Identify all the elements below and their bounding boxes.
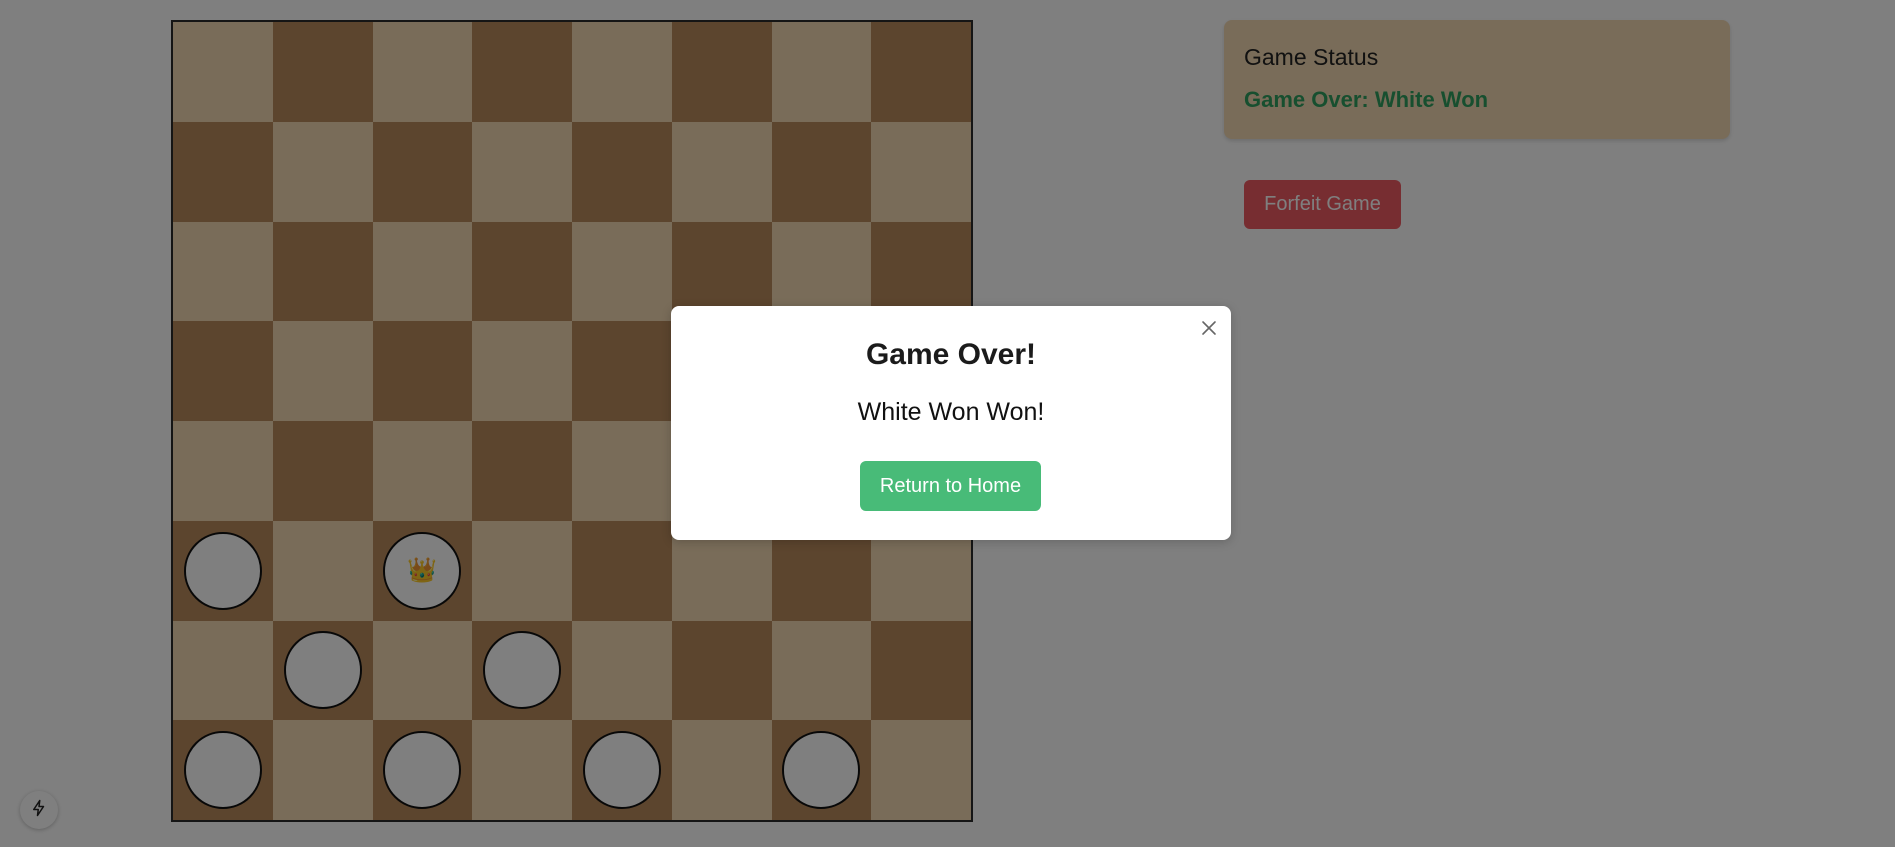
game-over-modal: Game Over! White Won Won! Return to Home [671, 306, 1231, 540]
modal-title: Game Over! [865, 338, 1037, 371]
game-page: 👑 Game Status Game Over: White Won Forfe… [0, 0, 1895, 847]
modal-message: White Won Won! [857, 398, 1045, 426]
return-home-button[interactable]: Return to Home [860, 461, 1041, 511]
